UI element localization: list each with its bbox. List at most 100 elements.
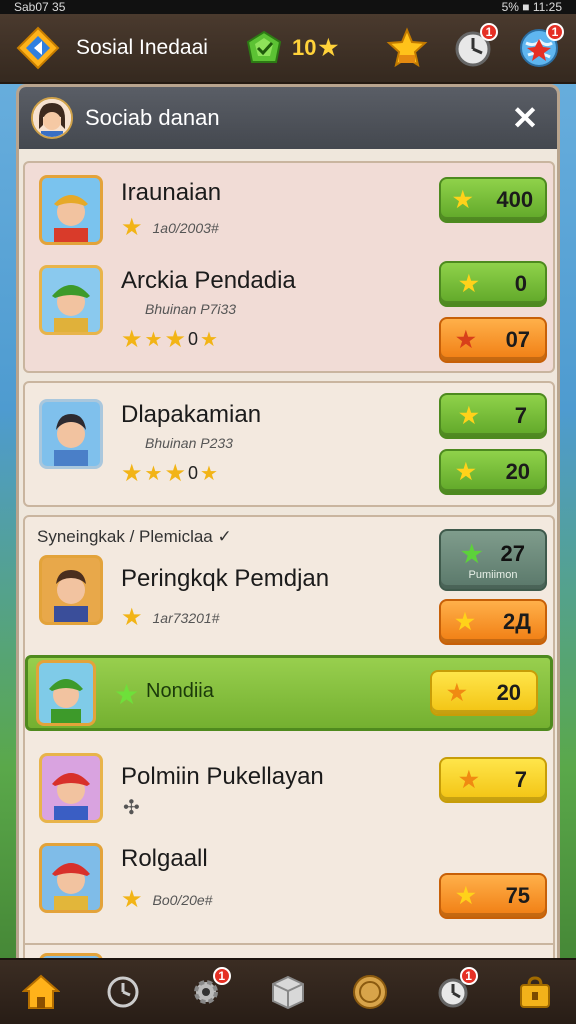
score-button[interactable]: ★ 07 bbox=[439, 317, 547, 363]
star-suffix: 0 bbox=[187, 463, 198, 483]
status-left: Sab07 35 bbox=[14, 0, 66, 14]
cube-icon[interactable] bbox=[267, 971, 309, 1013]
score-value: 27 bbox=[500, 541, 525, 566]
star-icon: ★ bbox=[455, 459, 476, 484]
star-icon: ★ bbox=[121, 886, 143, 913]
section-label[interactable]: Syneingkak / Plemiclaa ✓ bbox=[37, 527, 232, 547]
star-icon: ★ bbox=[114, 679, 140, 710]
star-icon: ★ bbox=[144, 463, 163, 485]
score-value: 7 bbox=[514, 767, 527, 792]
player-subtext: Bo0/20e# bbox=[152, 891, 213, 908]
settings-icon[interactable]: 1 bbox=[185, 967, 231, 1013]
score-button[interactable]: ★ 27 Pumiimon bbox=[439, 529, 547, 591]
panel-header: Sociab danan ✕ bbox=[19, 87, 557, 149]
star-icon: ★ bbox=[199, 463, 218, 485]
score-button[interactable]: ★ 20 bbox=[439, 449, 547, 495]
status-right: 5% ■ 11:25 bbox=[501, 0, 562, 14]
player-subtext: 1a0/2003# bbox=[152, 219, 219, 236]
score-value: 75 bbox=[505, 883, 531, 908]
score-value: 20 bbox=[496, 680, 522, 705]
avatar[interactable] bbox=[36, 660, 96, 726]
score-value: 20 bbox=[505, 459, 531, 484]
player-name: Peringkqk Pemdjan bbox=[121, 565, 330, 592]
star-icon: ★ bbox=[459, 403, 479, 428]
avatar[interactable] bbox=[31, 97, 73, 139]
score-button[interactable]: ★ 2Д bbox=[439, 599, 547, 645]
star-icon: ★ bbox=[455, 327, 476, 352]
coin-icon[interactable] bbox=[349, 971, 391, 1013]
leaderboard-card: Dlapakamian Bhuinan P233 ★ ★ ★ 0 ★ ★ 7 ★… bbox=[23, 381, 555, 507]
player-name: Polmiin Pukellayan bbox=[121, 763, 324, 790]
player-name: Rolgaall bbox=[121, 845, 208, 872]
app-logo-icon[interactable] bbox=[16, 26, 60, 70]
star-count-value: 10 bbox=[292, 35, 317, 60]
avatar[interactable] bbox=[39, 843, 103, 913]
player-rank: ★ 1a0/2003# bbox=[121, 213, 219, 242]
status-bar: Sab07 35 5% ■ 11:25 bbox=[0, 0, 576, 14]
globe-icon[interactable]: 1 bbox=[518, 23, 564, 69]
gem-icon bbox=[246, 30, 282, 66]
star-count: 10 ★ bbox=[292, 35, 338, 61]
star-icon: ★ bbox=[199, 329, 218, 351]
avatar[interactable] bbox=[39, 555, 103, 625]
player-name: Nondiia bbox=[146, 680, 214, 702]
player-subtext: 1ar73201# bbox=[152, 609, 220, 626]
star-icon: ★ bbox=[144, 329, 163, 351]
avatar[interactable] bbox=[39, 753, 103, 823]
score-button[interactable]: ★ 7 bbox=[439, 393, 547, 439]
score-button[interactable]: ★ 400 bbox=[439, 177, 547, 223]
score-button[interactable]: ★ 20 bbox=[430, 670, 538, 716]
star-icon: ★ bbox=[121, 214, 143, 241]
clock-icon[interactable] bbox=[102, 971, 144, 1013]
leaderboard-card: Syneingkak / Plemiclaa ✓ Peringkqk Pemdj… bbox=[23, 515, 555, 961]
player-subtext: Bhuinan P233 bbox=[145, 435, 233, 451]
notification-badge: 1 bbox=[480, 23, 498, 41]
score-value: 07 bbox=[505, 327, 531, 352]
star-icon: ★ bbox=[459, 271, 479, 296]
score-caption: Pumiimon bbox=[468, 568, 518, 581]
player-rank: ★ 1ar73201# bbox=[121, 603, 219, 632]
star-icon: ★ bbox=[121, 326, 143, 353]
score-value: 7 bbox=[514, 403, 527, 428]
score-button[interactable]: ★ 0 bbox=[439, 261, 547, 307]
notification-badge: 1 bbox=[212, 967, 231, 985]
social-panel: Sociab danan ✕ Iraunaian ★ 1a0/2003# ★ 4… bbox=[16, 84, 560, 964]
star-icon: ★ bbox=[164, 326, 186, 353]
star-rating: ★ ★ ★ 0 ★ bbox=[121, 459, 218, 488]
current-player-row[interactable]: ★ Nondiia ★ 20 bbox=[25, 655, 553, 731]
star-icon: ★ bbox=[455, 609, 475, 634]
player-name: Iraunaian bbox=[121, 179, 222, 206]
bottom-nav: 1 1 bbox=[0, 958, 576, 1024]
star-icon: ★ bbox=[461, 540, 483, 568]
score-button[interactable]: ★ 7 bbox=[439, 757, 547, 803]
player-rank: ★ Bo0/20e# bbox=[121, 885, 212, 914]
star-icon: ★ bbox=[318, 35, 339, 60]
star-icon: ★ bbox=[455, 883, 476, 908]
star-icon: ★ bbox=[452, 187, 473, 212]
star-icon: ★ bbox=[121, 604, 143, 631]
panel-title: Sociab danan bbox=[85, 105, 220, 130]
timer-icon[interactable]: 1 bbox=[432, 967, 478, 1013]
bag-icon[interactable] bbox=[514, 971, 556, 1013]
divider bbox=[25, 943, 553, 945]
leaderboard-card: Iraunaian ★ 1a0/2003# ★ 400 Arckia Penda… bbox=[23, 161, 555, 373]
home-icon[interactable] bbox=[20, 971, 62, 1013]
score-value: 400 bbox=[496, 187, 534, 212]
avatar[interactable] bbox=[39, 399, 103, 469]
notification-badge: 1 bbox=[546, 23, 564, 41]
star-icon: ★ bbox=[164, 460, 186, 487]
crown-star-icon[interactable] bbox=[386, 27, 428, 69]
player-name: Dlapakamian bbox=[121, 401, 262, 428]
timer-icon[interactable]: 1 bbox=[452, 23, 498, 69]
avatar[interactable] bbox=[39, 175, 103, 245]
puzzle-icon: ✣ bbox=[123, 797, 140, 819]
top-bar: Sosial Inedaai 10 ★ 1 1 bbox=[0, 14, 576, 84]
avatar[interactable] bbox=[39, 265, 103, 335]
star-rating: ★ ★ ★ 0 ★ bbox=[121, 325, 218, 354]
score-value: 2Д bbox=[502, 609, 531, 634]
star-icon: ★ bbox=[121, 460, 143, 487]
score-button[interactable]: ★ 75 bbox=[439, 873, 547, 919]
player-subtext: Bhuinan P7i33 bbox=[145, 301, 237, 317]
star-suffix: 0 bbox=[187, 329, 198, 349]
close-button[interactable]: ✕ bbox=[505, 99, 545, 137]
